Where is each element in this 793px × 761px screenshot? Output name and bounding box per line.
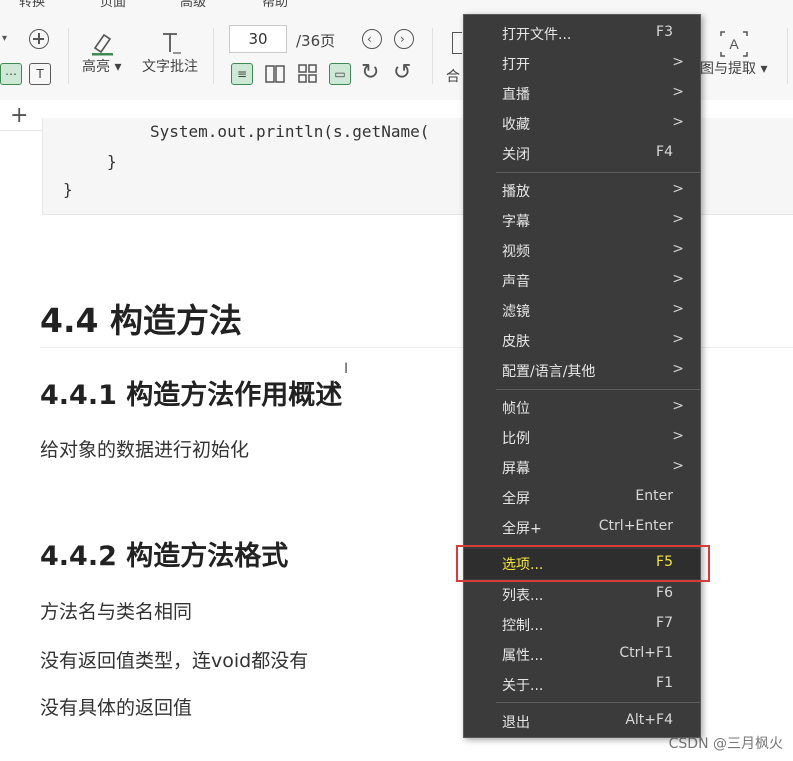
text-comment-button[interactable]: 文字批注	[142, 30, 198, 76]
menu-item-favorites[interactable]: 收藏 >	[464, 109, 700, 139]
text-comment-icon	[163, 33, 181, 54]
svg-text:A: A	[729, 36, 739, 52]
submenu-arrow-icon: >	[672, 54, 684, 70]
submenu-arrow-icon: >	[672, 361, 684, 377]
menu-item-filters[interactable]: 滤镜 >	[464, 296, 700, 326]
rotate-clockwise-icon[interactable]: ↻	[361, 60, 379, 85]
menu-item-play[interactable]: 播放 >	[464, 176, 700, 206]
merge-label[interactable]: 合	[446, 66, 460, 86]
menu-item-screen[interactable]: 屏幕 >	[464, 453, 700, 483]
context-menu: 打开文件... F3 打开 > 直播 > 收藏 > 关闭 F4 播放 > 字幕 > 视频 > 声…	[463, 14, 701, 738]
page-total-label: /36页	[296, 32, 336, 50]
submenu-arrow-icon: >	[672, 241, 684, 257]
heading-4-4: 4.4 构造方法	[40, 301, 242, 340]
menu-item-close[interactable]: 关闭 F4	[464, 139, 700, 169]
menu-tab-page[interactable]: 页面	[100, 0, 126, 10]
menu-item-video[interactable]: 视频 >	[464, 236, 700, 266]
highlight-button[interactable]: 高亮 ▾	[82, 30, 121, 76]
text-recognition-icon: A	[719, 31, 748, 57]
chevron-down-icon[interactable]: ▾	[2, 33, 7, 44]
highlighter-icon	[91, 33, 113, 56]
menu-item-skins[interactable]: 皮肤 >	[464, 326, 700, 356]
heading-4-4-2: 4.4.2 构造方法格式	[40, 541, 289, 572]
menu-tab-convert[interactable]: 转换	[19, 0, 45, 10]
fit-width-icon[interactable]: ⋯	[0, 63, 22, 85]
menu-item-config-language-other[interactable]: 配置/语言/其他 >	[464, 356, 700, 386]
paragraph: 没有具体的返回值	[40, 697, 193, 719]
menu-tab-advanced[interactable]: 高级	[180, 0, 206, 10]
separator	[68, 28, 69, 84]
single-page-icon[interactable]: ≡	[231, 63, 253, 85]
menu-item-fullscreen-plus[interactable]: 全屏+ Ctrl+Enter	[464, 513, 700, 543]
menu-separator	[496, 389, 700, 390]
merge-icon[interactable]	[452, 32, 462, 54]
paragraph: 给对象的数据进行初始化	[40, 439, 250, 461]
paragraph: 没有返回值类型，连void都没有	[40, 650, 309, 672]
highlight-label: 高亮 ▾	[82, 59, 122, 75]
page-number-input[interactable]: 30	[229, 25, 287, 53]
submenu-arrow-icon: >	[672, 181, 684, 197]
separator	[787, 28, 788, 84]
submenu-arrow-icon: >	[672, 211, 684, 227]
submenu-arrow-icon: >	[672, 458, 684, 474]
submenu-arrow-icon: >	[672, 84, 684, 100]
image-extract-button[interactable]: A 图与提取 ▾	[700, 30, 767, 78]
menu-item-controls[interactable]: 控制... F7	[464, 610, 700, 640]
menu-item-subtitles[interactable]: 字幕 >	[464, 206, 700, 236]
next-page-icon[interactable]: ›	[394, 29, 414, 49]
code-line: }	[107, 152, 117, 171]
menu-item-audio[interactable]: 声音 >	[464, 266, 700, 296]
text-cursor-icon: I	[344, 361, 349, 377]
menu-item-playlist[interactable]: 列表... F6	[464, 580, 700, 610]
menu-item-about[interactable]: 关于... F1	[464, 670, 700, 700]
submenu-arrow-icon: >	[672, 301, 684, 317]
menu-item-live[interactable]: 直播 >	[464, 79, 700, 109]
code-line: System.out.println(s.getName(	[150, 122, 430, 141]
rotate-counterclockwise-icon[interactable]: ↺	[393, 60, 411, 85]
menu-tab-help[interactable]: 帮助	[262, 0, 288, 10]
continuous-scroll-icon[interactable]: ▭	[329, 63, 351, 85]
menu-item-frame[interactable]: 帧位 >	[464, 393, 700, 423]
separator	[213, 28, 214, 84]
prev-page-icon[interactable]: ‹	[362, 29, 382, 49]
menu-item-exit[interactable]: 退出 Alt+F4	[464, 707, 700, 737]
text-box-icon[interactable]: T	[29, 63, 51, 85]
submenu-arrow-icon: >	[672, 114, 684, 130]
new-tab-button[interactable]: +	[10, 103, 28, 128]
submenu-arrow-icon: >	[672, 398, 684, 414]
heading-4-4-1: 4.4.1 构造方法作用概述	[40, 380, 343, 411]
menu-item-properties[interactable]: 属性... Ctrl+F1	[464, 640, 700, 670]
annotation-highlight-box	[456, 545, 710, 582]
submenu-arrow-icon: >	[672, 271, 684, 287]
extract-label: 图与提取 ▾	[700, 61, 768, 77]
submenu-arrow-icon: >	[672, 428, 684, 444]
menu-item-open[interactable]: 打开 >	[464, 49, 700, 79]
code-line: }	[63, 180, 73, 199]
text-comment-label: 文字批注	[142, 59, 198, 75]
submenu-arrow-icon: >	[672, 331, 684, 347]
double-page-icon[interactable]	[264, 63, 286, 85]
separator	[432, 28, 433, 84]
thumbnail-grid-icon[interactable]	[297, 63, 319, 85]
menu-separator	[496, 172, 700, 173]
menu-item-fullscreen[interactable]: 全屏 Enter	[464, 483, 700, 513]
zoom-in-icon[interactable]	[29, 29, 49, 49]
menu-item-open-file[interactable]: 打开文件... F3	[464, 19, 700, 49]
menu-separator	[496, 702, 700, 703]
paragraph: 方法名与类名相同	[40, 601, 193, 623]
menu-item-aspect-ratio[interactable]: 比例 >	[464, 423, 700, 453]
